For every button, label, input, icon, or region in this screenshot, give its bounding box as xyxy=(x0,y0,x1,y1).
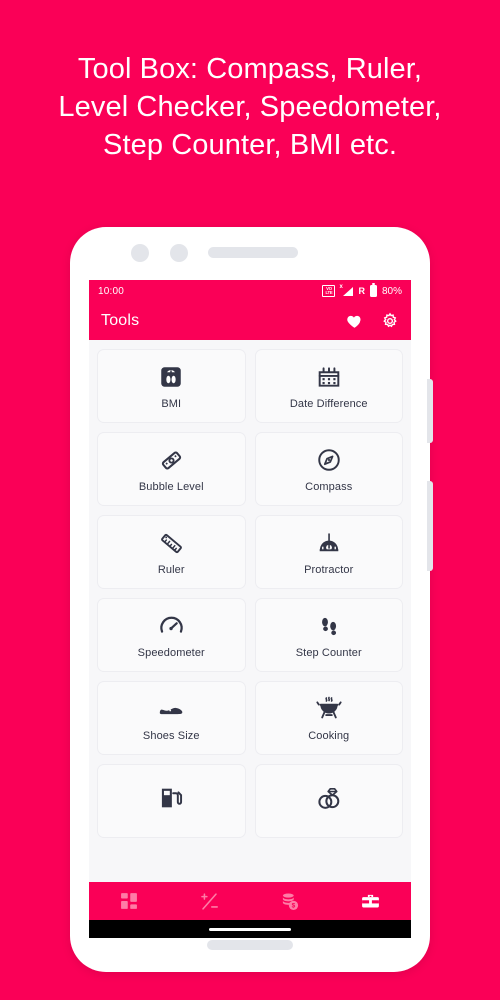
tool-label: Date Difference xyxy=(289,398,368,410)
tool-tile-date-difference[interactable]: Date Difference xyxy=(254,349,403,423)
sensor-icon xyxy=(170,244,188,262)
page-title-line-2: Level Checker, Speedometer, xyxy=(58,91,442,123)
power-button[interactable] xyxy=(427,481,433,571)
phone-bottom-speaker xyxy=(207,940,293,950)
roaming-label: R xyxy=(358,286,365,296)
tool-label: Cooking xyxy=(308,730,350,742)
home-indicator[interactable] xyxy=(209,927,291,931)
plus-minus-icon xyxy=(199,891,220,912)
signal-icon: x xyxy=(339,284,354,297)
tool-label: Step Counter xyxy=(295,647,362,659)
signal-x-label: x xyxy=(339,284,343,290)
tool-tile-bmi[interactable]: BMI xyxy=(97,349,246,423)
gear-icon[interactable] xyxy=(381,312,399,330)
ruler-icon xyxy=(158,528,185,558)
phone-mockup: 10:00 VO LTE x R 80% Tools BMI Date Diff… xyxy=(70,227,433,972)
money-coins-icon: $ xyxy=(280,891,301,912)
tool-tile-ruler[interactable]: Ruler xyxy=(97,515,246,589)
speedometer-icon xyxy=(158,611,185,641)
tool-tile-compass[interactable]: Compass xyxy=(254,432,403,506)
front-camera-icon xyxy=(131,244,149,262)
app-bar-actions xyxy=(346,312,399,330)
tool-label: Ruler xyxy=(157,564,185,576)
battery-percent-label: 80% xyxy=(381,285,402,297)
signal-bars-icon xyxy=(343,287,354,296)
earpiece-speaker xyxy=(208,247,298,258)
tool-label: Bubble Level xyxy=(138,481,204,493)
shoe-icon xyxy=(157,694,185,724)
svg-text:$: $ xyxy=(291,902,295,909)
app-bar: Tools xyxy=(89,302,411,340)
android-navigation-bar xyxy=(89,920,411,938)
calendar-icon xyxy=(316,362,342,392)
tool-tile-bubble-level[interactable]: Bubble Level xyxy=(97,432,246,506)
tool-tile-fuel[interactable] xyxy=(97,764,246,838)
tool-label: Speedometer xyxy=(137,647,205,659)
wedding-rings-icon xyxy=(315,783,342,813)
tool-tile-cooking[interactable]: Cooking xyxy=(254,681,403,755)
compass-icon xyxy=(316,445,342,475)
status-icons: VO LTE x R 80% xyxy=(322,283,402,297)
volte-bottom-label: LTE xyxy=(325,290,333,295)
phone-top-bezel xyxy=(70,227,430,280)
volte-icon: VO LTE xyxy=(322,285,336,297)
tool-tile-speedometer[interactable]: Speedometer xyxy=(97,598,246,672)
nav-item-money[interactable]: $ xyxy=(250,891,331,912)
grill-icon xyxy=(316,694,342,724)
footprints-icon xyxy=(316,611,342,641)
tool-label: Compass xyxy=(305,481,353,493)
tool-label: Protractor xyxy=(304,564,354,576)
bottom-navigation: $ xyxy=(89,882,411,920)
battery-icon xyxy=(369,283,377,297)
tool-tile-step-counter[interactable]: Step Counter xyxy=(254,598,403,672)
fuel-pump-icon xyxy=(158,783,184,813)
nav-item-toolbox[interactable] xyxy=(331,891,412,912)
protractor-icon xyxy=(316,528,342,558)
status-time: 10:00 xyxy=(98,285,125,297)
tool-tile-shoes-size[interactable]: Shoes Size xyxy=(97,681,246,755)
tool-tile-rings[interactable] xyxy=(254,764,403,838)
grid-icon xyxy=(119,891,139,911)
tools-grid-container[interactable]: BMI Date Difference Bubble Level Compass… xyxy=(89,340,411,882)
tool-label: BMI xyxy=(161,398,182,410)
heart-icon[interactable] xyxy=(346,313,363,330)
nav-item-calculator[interactable] xyxy=(170,891,251,912)
page-title-line-3: Step Counter, BMI etc. xyxy=(103,129,397,161)
phone-screen: 10:00 VO LTE x R 80% Tools BMI Date Diff… xyxy=(89,280,411,920)
bubble-level-icon xyxy=(158,445,185,475)
tools-grid: BMI Date Difference Bubble Level Compass… xyxy=(97,349,403,838)
scale-icon xyxy=(158,362,184,392)
tool-tile-protractor[interactable]: Protractor xyxy=(254,515,403,589)
tool-label: Shoes Size xyxy=(142,730,200,742)
page-title-line-1: Tool Box: Compass, Ruler, xyxy=(77,53,423,85)
app-bar-title: Tools xyxy=(101,312,140,329)
page-title: Tool Box: Compass, Ruler, Level Checker,… xyxy=(0,50,500,164)
volume-button[interactable] xyxy=(427,379,433,443)
status-bar: 10:00 VO LTE x R 80% xyxy=(89,280,411,302)
toolbox-icon xyxy=(360,891,381,912)
nav-item-dashboard[interactable] xyxy=(89,891,170,911)
